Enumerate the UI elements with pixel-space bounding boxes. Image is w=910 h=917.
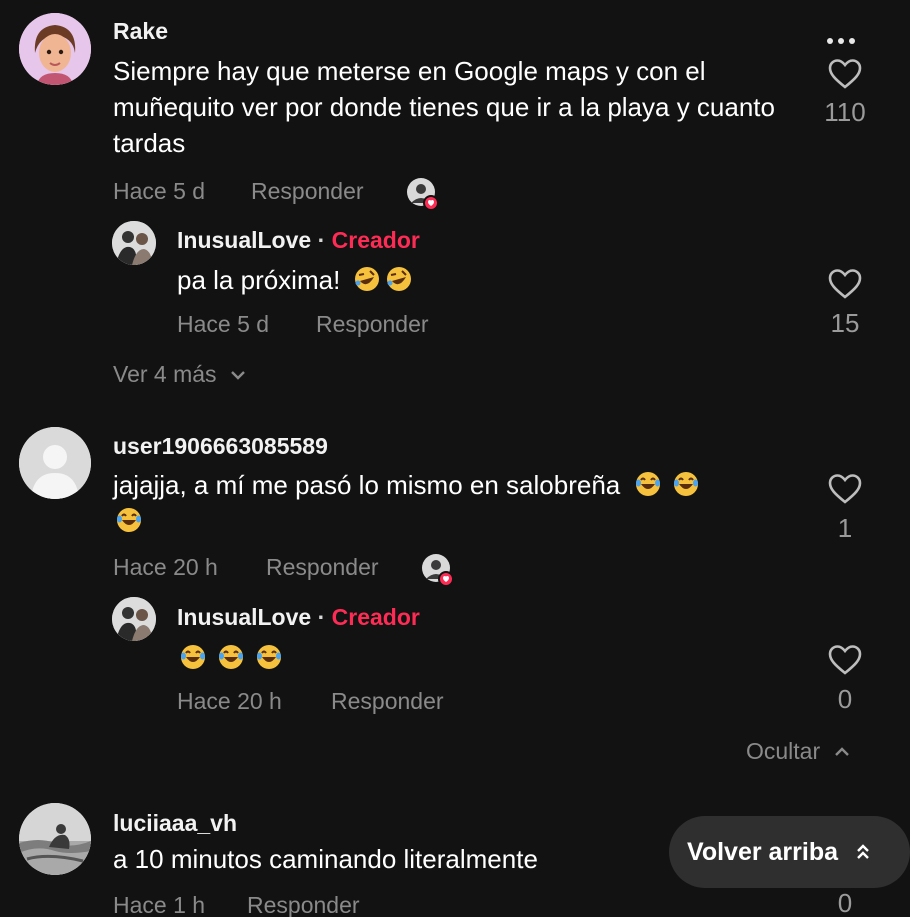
reply-time: Hace 20 h xyxy=(177,688,282,714)
chevron-up-icon xyxy=(834,747,849,756)
view-more-replies-button[interactable]: Ver 4 más xyxy=(113,361,247,388)
heart-icon[interactable] xyxy=(827,473,863,505)
avatar[interactable] xyxy=(112,597,156,641)
reply-button[interactable]: Responder xyxy=(266,554,379,581)
more-options-icon[interactable] xyxy=(827,31,860,49)
reply-username-text[interactable]: InusualLove xyxy=(177,604,311,630)
reply-button[interactable]: Responder xyxy=(247,892,360,917)
hide-label: Ocultar xyxy=(746,738,821,764)
back-to-top-button[interactable]: Volver arriba xyxy=(669,816,910,888)
comment-time: Hace 5 d xyxy=(113,178,206,204)
reply-button[interactable]: Responder xyxy=(331,688,444,715)
avatar[interactable] xyxy=(19,13,91,85)
avatar[interactable] xyxy=(112,221,156,265)
reply-text xyxy=(180,640,288,676)
reply-button[interactable]: Responder xyxy=(316,311,429,338)
avatar[interactable] xyxy=(19,803,91,875)
tears-of-joy-emoji-icon xyxy=(117,508,141,532)
rofl-emoji-icon xyxy=(354,267,379,291)
comment-text: Siempre hay que meterse en Google maps y… xyxy=(113,56,775,158)
view-more-label: Ver 4 más xyxy=(113,361,217,387)
tears-of-joy-emoji-icon xyxy=(674,472,699,496)
reply-time: Hace 5 d xyxy=(177,311,270,337)
like-count: 0 xyxy=(837,684,853,714)
comment-username[interactable]: Rake xyxy=(113,18,168,45)
hide-replies-button[interactable]: Ocultar xyxy=(746,738,851,765)
creator-liked-badge xyxy=(406,177,439,211)
reply-text: pa la próxima! xyxy=(177,262,418,298)
heart-icon[interactable] xyxy=(827,58,863,90)
creator-badge: Creador xyxy=(331,604,420,630)
creator-liked-badge xyxy=(421,553,454,587)
comment-text: a 10 minutos caminando literalmente xyxy=(113,844,538,874)
comment-text: jajajja, a mí me pasó lo mismo en salobr… xyxy=(113,467,803,539)
like-count: 0 xyxy=(837,888,853,917)
reply-username: InusualLove · Creador xyxy=(177,604,420,631)
back-to-top-label: Volver arriba xyxy=(687,837,839,866)
chevron-down-icon xyxy=(231,371,245,380)
double-chevron-up-icon xyxy=(857,844,869,859)
heart-icon[interactable] xyxy=(827,644,863,676)
tears-of-joy-emoji-icon xyxy=(219,645,243,669)
reply-username-text[interactable]: InusualLove xyxy=(177,227,311,253)
comment-time: Hace 20 h xyxy=(113,554,218,580)
comment-username[interactable]: user1906663085589 xyxy=(113,433,328,460)
tears-of-joy-emoji-icon xyxy=(257,645,281,669)
creator-badge: Creador xyxy=(331,227,420,253)
avatar[interactable] xyxy=(19,427,91,499)
like-count: 15 xyxy=(830,308,860,338)
tears-of-joy-emoji-icon xyxy=(636,472,661,496)
comments-panel: Rake Siempre hay que meterse en Google m… xyxy=(0,0,910,917)
rofl-emoji-icon xyxy=(386,267,411,291)
like-count: 1 xyxy=(837,513,853,543)
tears-of-joy-emoji-icon xyxy=(181,645,205,669)
separator: · xyxy=(317,227,326,253)
reply-button[interactable]: Responder xyxy=(251,178,364,205)
reply-username: InusualLove · Creador xyxy=(177,227,420,254)
separator: · xyxy=(317,604,326,630)
comment-username[interactable]: luciiaaa_vh xyxy=(113,810,237,837)
like-count: 110 xyxy=(824,97,866,127)
comment-time: Hace 1 h xyxy=(113,892,206,917)
heart-icon[interactable] xyxy=(827,268,863,300)
reply-text-content: pa la próxima! xyxy=(177,265,341,295)
comment-text-content: jajajja, a mí me pasó lo mismo en salobr… xyxy=(113,470,621,500)
